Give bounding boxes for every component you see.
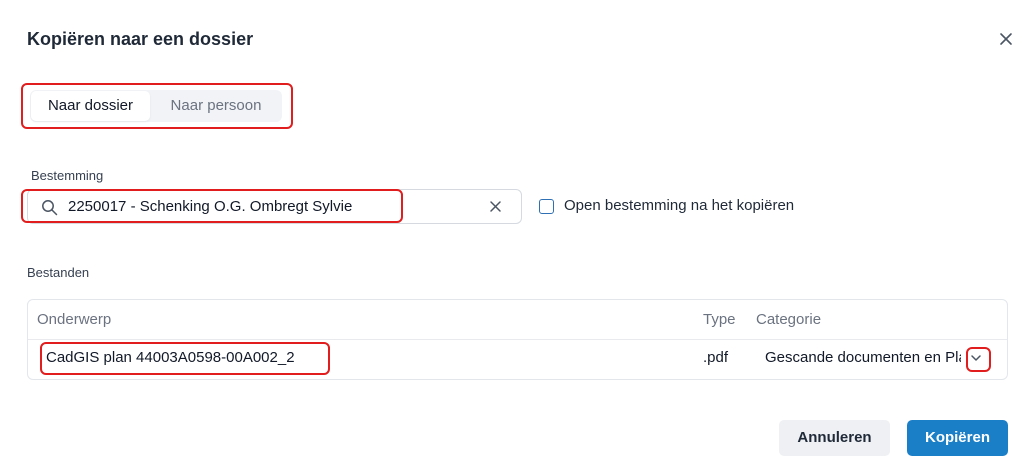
- destination-label: Bestemming: [31, 168, 104, 183]
- copy-button[interactable]: Kopiëren: [907, 420, 1008, 456]
- destination-value[interactable]: 2250017 - Schenking O.G. Ombregt Sylvie: [68, 198, 352, 215]
- search-icon: [41, 199, 58, 221]
- column-header-type: Type: [703, 311, 736, 328]
- files-table: Onderwerp Type Categorie CadGIS plan 440…: [27, 299, 1008, 380]
- close-icon[interactable]: [996, 29, 1016, 49]
- open-after-copy-label[interactable]: Open bestemming na het kopiëren: [564, 197, 794, 214]
- clear-icon[interactable]: [488, 199, 503, 219]
- row-divider: [28, 339, 1007, 340]
- column-header-category: Categorie: [756, 311, 822, 328]
- file-category-select[interactable]: Gescande documenten en Plannen: [765, 349, 961, 366]
- open-after-copy-checkbox[interactable]: [539, 199, 554, 214]
- dialog-title: Kopiëren naar een dossier: [27, 29, 254, 49]
- tab-naar-dossier[interactable]: Naar dossier: [31, 91, 150, 121]
- files-label: Bestanden: [27, 265, 90, 280]
- file-subject: CadGIS plan 44003A0598-00A002_2: [46, 349, 295, 366]
- column-header-subject: Onderwerp: [37, 311, 112, 328]
- chevron-down-icon[interactable]: [969, 351, 983, 370]
- file-type: .pdf: [703, 349, 729, 366]
- tab-naar-persoon[interactable]: Naar persoon: [152, 91, 280, 121]
- copy-target-toggle: Naar dossier Naar persoon: [30, 90, 282, 122]
- destination-search-field[interactable]: 2250017 - Schenking O.G. Ombregt Sylvie: [27, 189, 522, 224]
- cancel-button[interactable]: Annuleren: [779, 420, 890, 456]
